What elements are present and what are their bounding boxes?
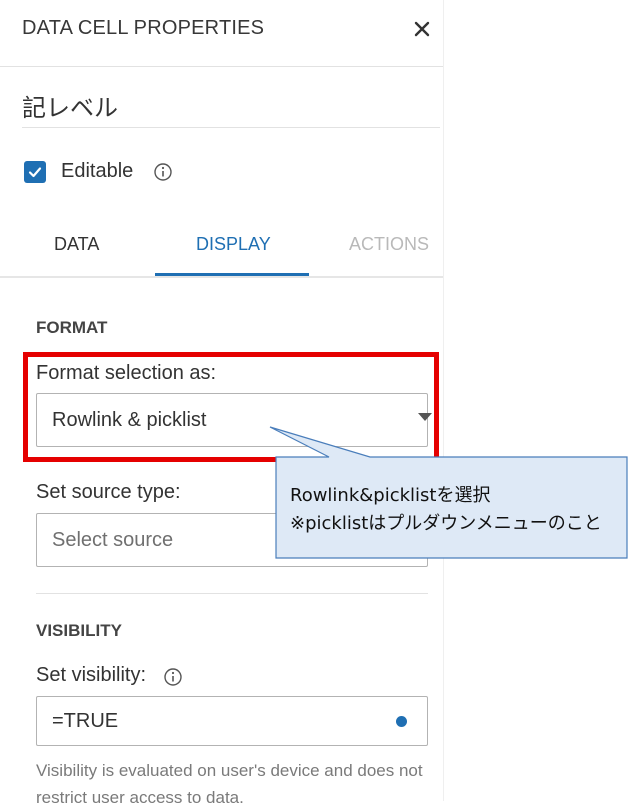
callout-annotation: Rowlink&picklistを選択 ※picklistはプルダウンメニューの…	[290, 482, 602, 538]
callout-line-2: ※picklistはプルダウンメニューのこと	[290, 513, 602, 534]
callout-shape	[269, 426, 628, 559]
callout-line-1: Rowlink&picklistを選択	[290, 485, 491, 506]
